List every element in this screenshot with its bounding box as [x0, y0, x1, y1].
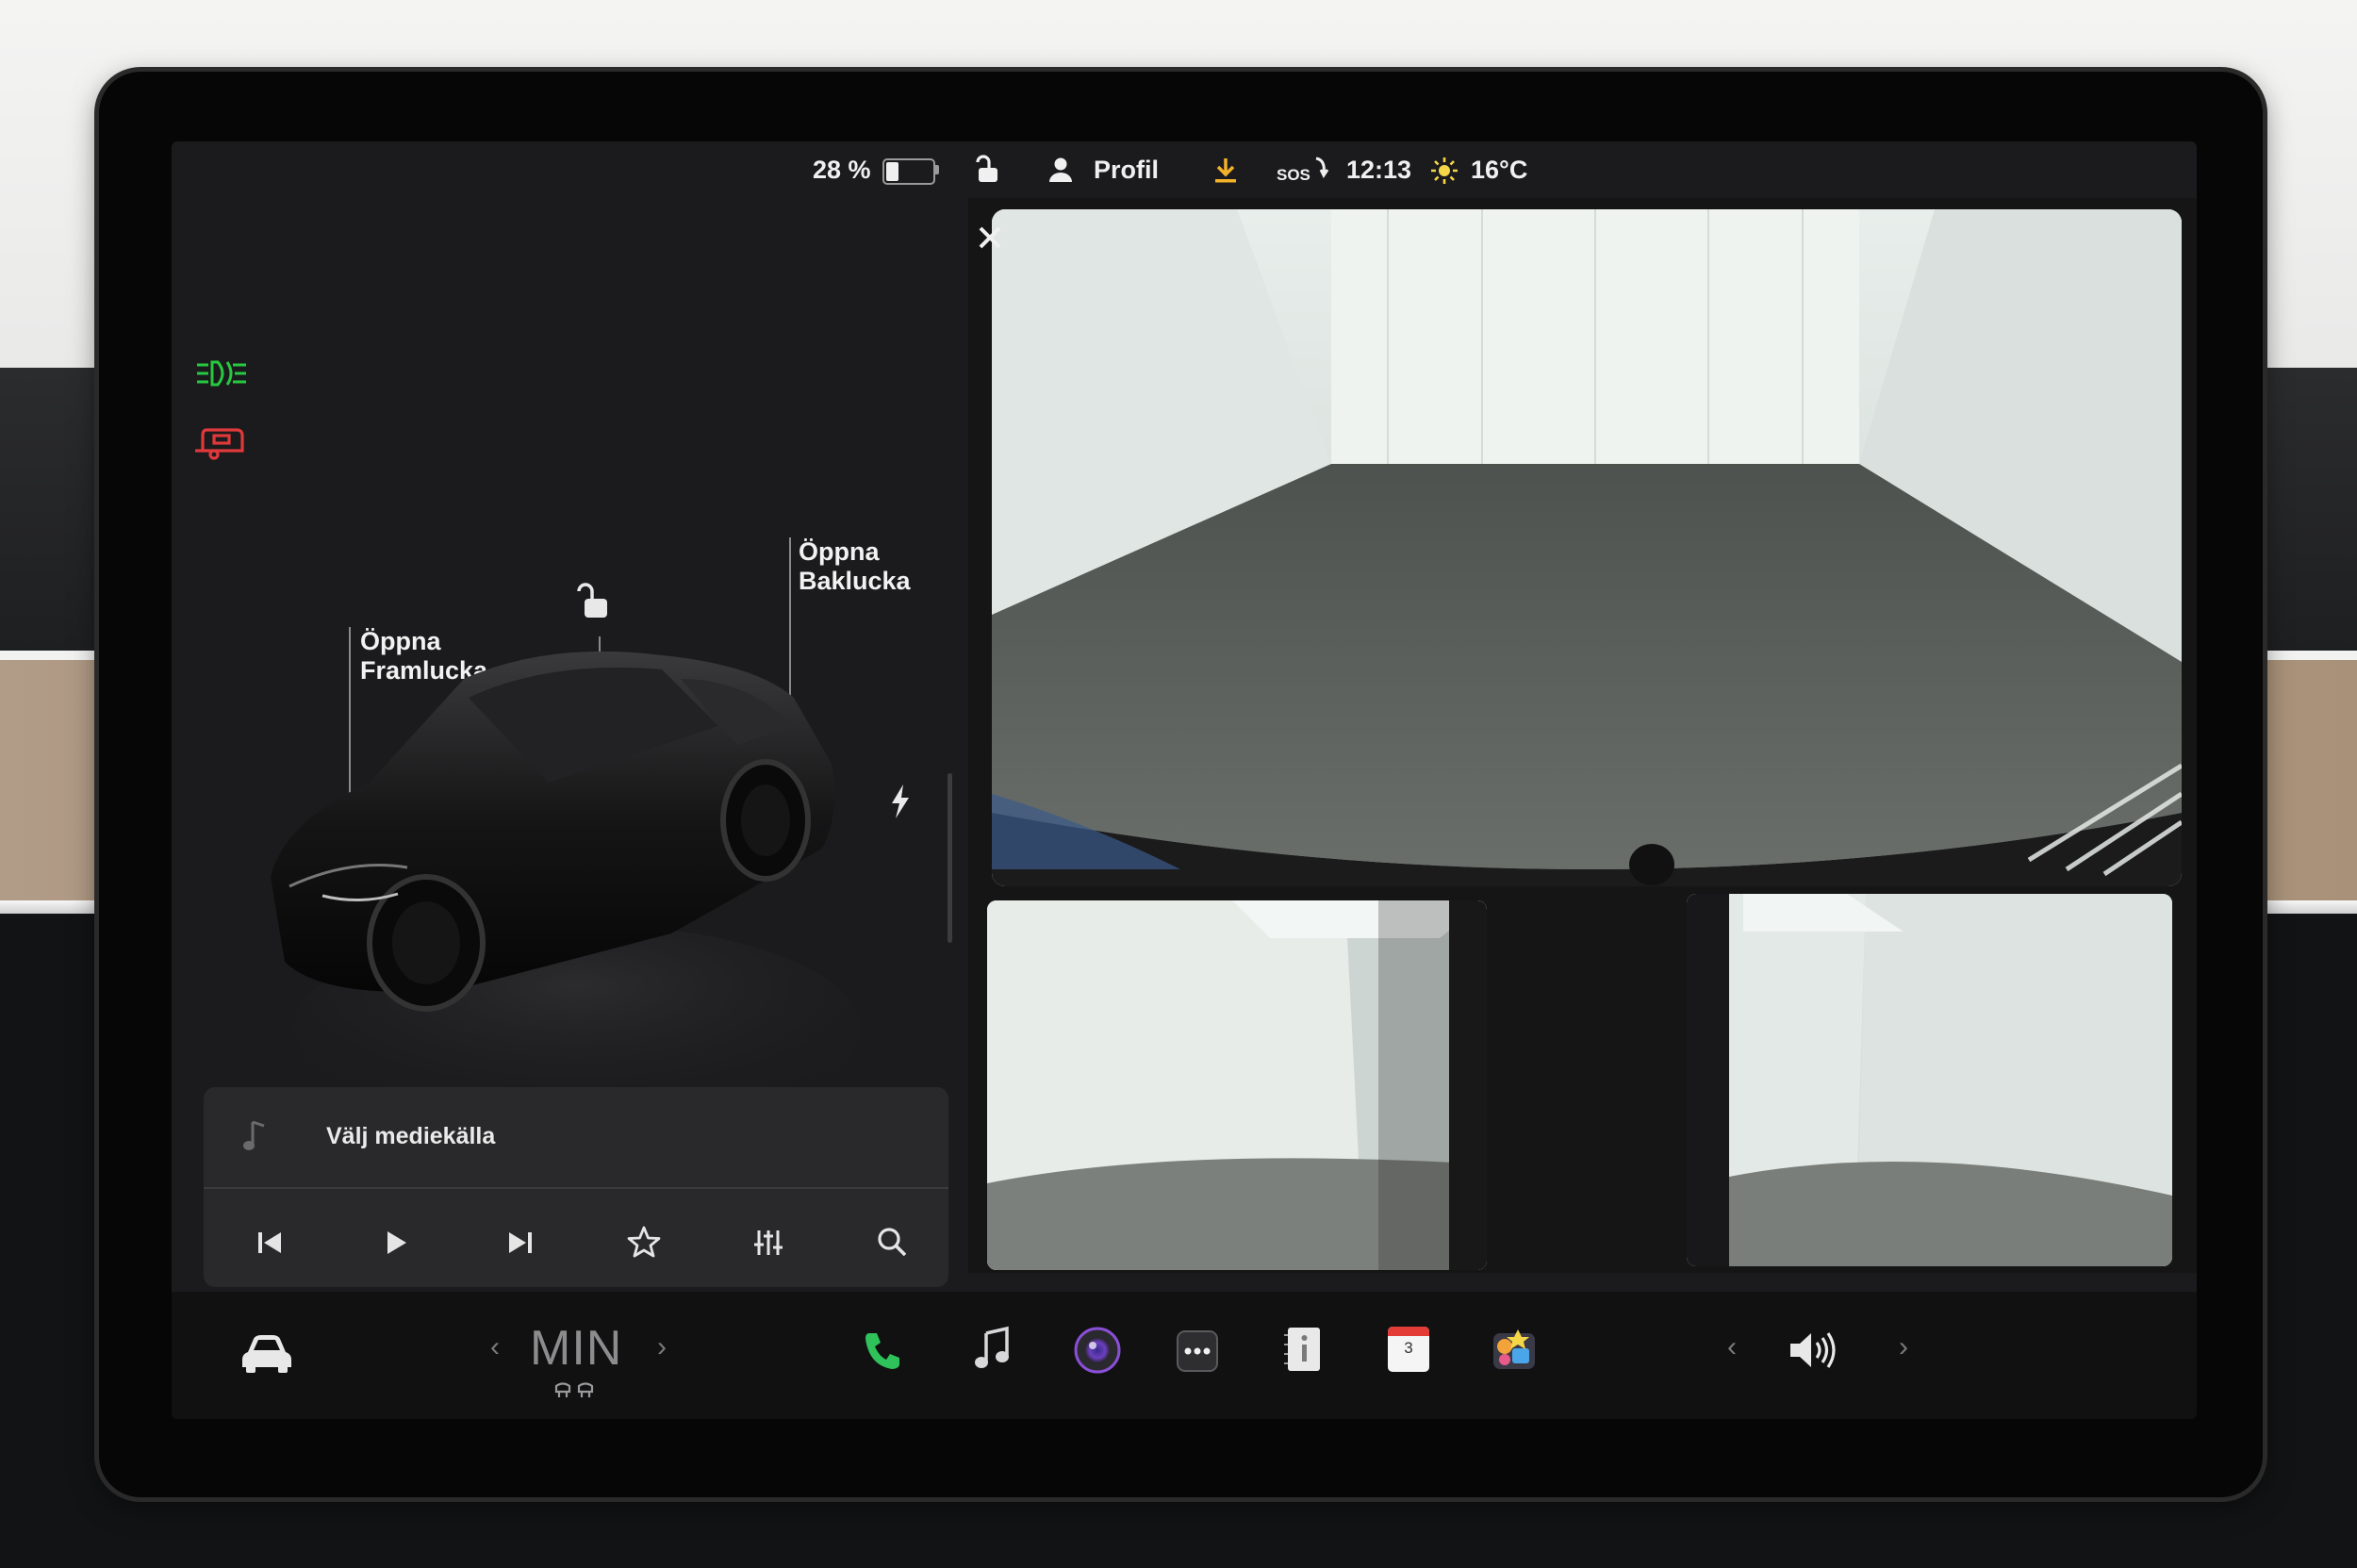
fan-decrease-chevron-icon[interactable]: ‹: [490, 1331, 500, 1363]
search-icon[interactable]: [869, 1219, 916, 1266]
bottom-dock: ‹ MIN › 3 ‹ ›: [172, 1292, 2197, 1419]
clock: 12:13: [1346, 156, 1412, 184]
profile-label[interactable]: Profil: [1094, 155, 1159, 185]
manual-info-icon[interactable]: [1282, 1326, 1324, 1373]
trunk-label-line2: Baklucka: [799, 567, 911, 595]
panel-scroll-indicator[interactable]: [948, 773, 952, 943]
previous-track-icon[interactable]: [247, 1219, 294, 1266]
toybox-app-icon[interactable]: [1490, 1324, 1539, 1373]
trunk-button[interactable]: Öppna Baklucka: [799, 537, 911, 596]
left-repeater-camera-view[interactable]: [987, 900, 1487, 1270]
profile-icon[interactable]: [1048, 157, 1073, 183]
volume-up-chevron-icon[interactable]: ›: [1899, 1331, 1908, 1363]
download-icon[interactable]: [1212, 157, 1239, 185]
calendar-day: 3: [1404, 1339, 1413, 1357]
car-icon[interactable]: [240, 1331, 293, 1373]
favorite-star-icon[interactable]: [620, 1219, 668, 1266]
media-source-label: Välj mediekälla: [326, 1123, 496, 1149]
sos-call-icon: [1315, 157, 1329, 178]
battery-percent: 28 %: [813, 156, 871, 184]
rear-camera-image: [992, 209, 2182, 886]
sun-icon: [1431, 157, 1458, 184]
close-icon[interactable]: [971, 219, 1009, 256]
more-apps-icon[interactable]: [1176, 1329, 1219, 1373]
music-note-icon: [243, 1120, 265, 1150]
trunk-label-line1: Öppna: [799, 537, 880, 566]
media-player: Välj mediekälla: [204, 1087, 948, 1287]
seat-heater-icons[interactable]: [553, 1380, 599, 1399]
outside-temperature: 16°C: [1471, 156, 1528, 184]
car-3d-model[interactable]: [266, 622, 907, 1150]
status-bar: 28 % Profil SOS 12:13 16°C: [172, 141, 2197, 198]
left-camera-image: [987, 900, 1487, 1270]
trailer-indicator-icon: [195, 428, 244, 460]
media-source-selector[interactable]: Välj mediekälla: [204, 1087, 948, 1186]
battery-tip: [935, 165, 939, 174]
camera-app-icon[interactable]: [1073, 1326, 1122, 1375]
next-track-icon[interactable]: [496, 1219, 543, 1266]
media-divider: [204, 1187, 948, 1189]
battery-level-fill: [886, 162, 898, 181]
fan-level-label[interactable]: MIN: [530, 1320, 622, 1377]
sos-label[interactable]: SOS: [1277, 160, 1310, 190]
right-camera-image: [1687, 894, 2172, 1266]
touchscreen: 28 % Profil SOS 12:13 16°C Öppna Framluc…: [172, 141, 2197, 1419]
right-repeater-camera-view[interactable]: [1687, 894, 2172, 1266]
volume-icon[interactable]: [1787, 1329, 1839, 1371]
equalizer-icon[interactable]: [745, 1219, 792, 1266]
car-panel: Öppna Framlucka Öppna Baklucka: [172, 198, 964, 1235]
play-icon[interactable]: [371, 1219, 419, 1266]
fan-increase-chevron-icon[interactable]: ›: [657, 1331, 667, 1363]
headlights-on-icon: [197, 360, 246, 387]
phone-icon[interactable]: [860, 1328, 905, 1373]
volume-down-chevron-icon[interactable]: ‹: [1727, 1331, 1737, 1363]
calendar-icon[interactable]: 3: [1388, 1327, 1429, 1372]
rear-camera-view[interactable]: [992, 209, 2182, 886]
music-app-icon[interactable]: [971, 1326, 1014, 1375]
battery-icon: [882, 158, 935, 185]
door-unlock-icon[interactable]: [575, 580, 611, 621]
calendar-header: [1388, 1327, 1429, 1336]
unlock-icon[interactable]: [973, 155, 1001, 185]
